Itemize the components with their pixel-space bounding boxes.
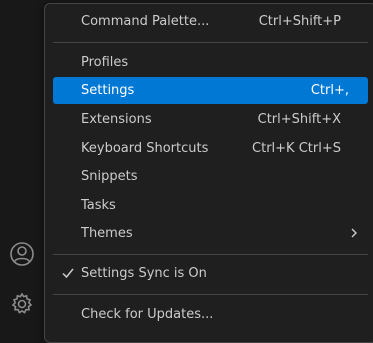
menu-item-extensions[interactable]: Extensions Ctrl+Shift+X	[53, 106, 368, 133]
menu-item-label: Check for Updates...	[81, 307, 214, 322]
menu-item-label: Keyboard Shortcuts	[81, 141, 209, 156]
menu-item-label: Settings	[81, 83, 135, 98]
menu-item-label: Snippets	[81, 169, 138, 184]
menu-item-profiles[interactable]: Profiles	[53, 49, 368, 76]
account-icon[interactable]	[7, 239, 37, 269]
menu-item-settings[interactable]: Settings Ctrl+,	[53, 77, 368, 104]
menu-separator	[53, 254, 368, 255]
menu-item-shortcut: Ctrl+Shift+P	[258, 14, 341, 29]
menu-item-keyboard-shortcuts[interactable]: Keyboard Shortcuts Ctrl+K Ctrl+S	[53, 135, 368, 162]
menu-item-shortcut: Ctrl+Shift+X	[257, 112, 341, 127]
menu-item-snippets[interactable]: Snippets	[53, 163, 368, 190]
check-icon	[61, 267, 75, 283]
menu-item-label: Command Palette...	[81, 14, 210, 29]
menu-item-check-for-updates[interactable]: Check for Updates...	[53, 301, 368, 328]
menu-item-label: Tasks	[81, 198, 116, 213]
activity-bar	[0, 0, 44, 332]
menu-item-label: Themes	[81, 226, 133, 241]
manage-menu: Command Palette... Ctrl+Shift+P Profiles…	[44, 3, 373, 343]
chevron-right-icon	[348, 227, 360, 243]
menu-item-settings-sync[interactable]: Settings Sync is On	[53, 260, 368, 287]
menu-item-shortcut: Ctrl+K Ctrl+S	[252, 141, 341, 156]
menu-item-command-palette[interactable]: Command Palette... Ctrl+Shift+P	[53, 8, 368, 35]
menu-item-tasks[interactable]: Tasks	[53, 192, 368, 219]
menu-item-label: Extensions	[81, 112, 152, 127]
menu-item-label: Settings Sync is On	[81, 266, 207, 281]
gear-icon[interactable]	[7, 289, 37, 319]
menu-item-shortcut: Ctrl+,	[310, 83, 349, 98]
menu-item-themes[interactable]: Themes	[53, 220, 368, 247]
menu-separator	[53, 42, 368, 43]
menu-separator	[53, 294, 368, 295]
menu-item-label: Profiles	[81, 55, 129, 70]
